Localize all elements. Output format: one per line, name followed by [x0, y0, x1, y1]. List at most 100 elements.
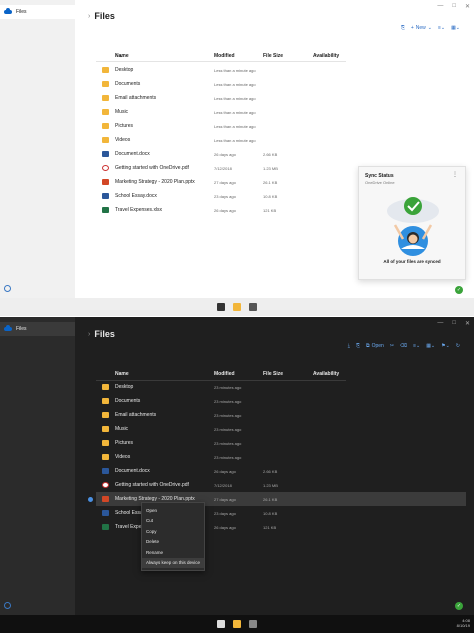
- settings-icon[interactable]: [4, 602, 11, 609]
- sync-message: All of your files are synced: [383, 259, 441, 264]
- column-header-label: Name: [115, 53, 129, 59]
- context-menu-open[interactable]: Open: [142, 505, 204, 516]
- column-header-name[interactable]: Name: [115, 371, 129, 377]
- row-name: Documents: [115, 398, 141, 404]
- header-divider: [96, 61, 346, 62]
- context-menu-rename[interactable]: Rename: [142, 547, 204, 558]
- open-button[interactable]: ⧉ Open: [366, 343, 384, 349]
- filter-button[interactable]: ⚑⌄: [441, 343, 450, 349]
- light-onedrive-window: Files — □ ✕ › Files ⎘ + New ⌄ ≡⌄ ▦⌄ Name…: [0, 0, 474, 316]
- header-divider: [96, 380, 346, 381]
- row-name: Travel Expenses.xlsx: [115, 207, 163, 213]
- column-header-size[interactable]: File Size: [263, 53, 283, 59]
- column-header-size[interactable]: File Size: [263, 371, 283, 377]
- row-size: 121 KB: [263, 524, 277, 530]
- column-header-modified[interactable]: Modified: [214, 371, 235, 377]
- row-name: Desktop: [115, 67, 134, 73]
- pdf-icon: [102, 482, 109, 488]
- refresh-icon[interactable]: ↻: [456, 343, 460, 349]
- column-header-name[interactable]: Name ↑ ⌄: [115, 53, 129, 59]
- app-icon[interactable]: [249, 303, 257, 311]
- sidebar-item-files[interactable]: Files: [0, 5, 75, 19]
- taskbar-clock[interactable]: 4:08 8/10/19: [457, 618, 470, 628]
- context-menu-cut[interactable]: Cut: [142, 516, 204, 527]
- doc-icon: [102, 151, 109, 157]
- folder-icon: [102, 81, 109, 87]
- row-modified: 23 minutes ago: [214, 454, 242, 460]
- column-header-modified[interactable]: Modified: [214, 53, 235, 59]
- toolbar: ⎘ + New ⌄ ≡⌄ ▦⌄: [401, 25, 460, 31]
- xls-icon: [102, 524, 109, 530]
- sync-ok-icon[interactable]: ✓: [455, 602, 463, 610]
- download-icon[interactable]: ⤓: [348, 343, 350, 349]
- row-size: 10.8 KB: [263, 193, 278, 199]
- row-name: Pictures: [115, 123, 134, 129]
- onedrive-cloud-icon: [4, 325, 12, 331]
- row-name: Videos: [115, 137, 131, 143]
- close-button[interactable]: ✕: [465, 320, 470, 327]
- context-menu: Open Cut Copy Delete Rename Always keep …: [141, 502, 205, 571]
- toolbar: ⤓ ⎘ ⧉ Open ✂ ⌫ ≡⌄ ▦⌄ ⚑⌄ ↻: [348, 343, 460, 349]
- new-button-label: New: [415, 25, 426, 31]
- row-modified: Less than a minute ago: [214, 137, 256, 143]
- app-icon[interactable]: [249, 620, 257, 628]
- sidebar-item-label: Files: [16, 9, 27, 15]
- context-menu-delete[interactable]: Delete: [142, 537, 204, 548]
- sidebar: Files: [0, 0, 75, 298]
- file-explorer-icon[interactable]: [233, 620, 241, 628]
- folder-icon: [102, 398, 109, 404]
- window-controls: — □ ✕: [437, 3, 470, 10]
- page-title: Files: [94, 329, 115, 339]
- share-icon[interactable]: ⎘: [401, 25, 405, 31]
- row-size: 26.1 KB: [263, 179, 278, 185]
- close-button[interactable]: ✕: [465, 3, 470, 10]
- folder-icon: [102, 440, 109, 446]
- file-explorer-icon[interactable]: [233, 303, 241, 311]
- folder-icon: [102, 426, 109, 432]
- cut-icon[interactable]: ✂: [390, 343, 394, 349]
- view-button[interactable]: ▦⌄: [426, 343, 435, 349]
- minimize-button[interactable]: —: [437, 320, 443, 327]
- column-header-availability[interactable]: Availability: [313, 371, 339, 377]
- flyout-subtitle: OneDrive Online: [365, 180, 395, 185]
- sort-button[interactable]: ≡⌄: [413, 343, 420, 349]
- synced-illustration: [387, 197, 439, 256]
- sidebar-item-files[interactable]: Files: [0, 322, 75, 336]
- view-button[interactable]: ▦⌄: [451, 25, 460, 31]
- window-controls: — □ ✕: [437, 320, 470, 327]
- onedrive-cloud-icon: [4, 8, 12, 14]
- column-header-availability[interactable]: Availability: [313, 53, 339, 59]
- taskbar: 4:08 8/10/19: [0, 615, 474, 633]
- row-name: Videos: [115, 454, 131, 460]
- maximize-button[interactable]: □: [452, 320, 456, 327]
- new-button[interactable]: + New ⌄: [411, 25, 432, 31]
- row-size: 1.23 MB: [263, 165, 278, 171]
- start-icon[interactable]: [217, 303, 225, 311]
- row-name: Music: [115, 109, 129, 115]
- row-name: Pictures: [115, 440, 134, 446]
- flyout-title: Sync Status: [365, 173, 394, 179]
- context-menu-always-keep[interactable]: Always keep on this device: [142, 557, 204, 568]
- settings-icon[interactable]: [4, 285, 11, 292]
- sort-button[interactable]: ≡⌄: [438, 25, 445, 31]
- row-modified: Less than a minute ago: [214, 81, 256, 87]
- folder-icon: [102, 454, 109, 460]
- copy-icon[interactable]: ⎘: [356, 343, 360, 349]
- context-menu-copy[interactable]: Copy: [142, 526, 204, 537]
- minimize-button[interactable]: —: [437, 3, 443, 10]
- more-options-icon[interactable]: ⋮: [452, 171, 458, 178]
- folder-icon: [102, 123, 109, 129]
- start-icon[interactable]: [217, 620, 225, 628]
- maximize-button[interactable]: □: [452, 3, 456, 10]
- row-modified: Less than a minute ago: [214, 67, 256, 73]
- rename-icon[interactable]: ⌫: [400, 343, 407, 349]
- row-name: Documents: [115, 81, 141, 87]
- dark-onedrive-window: Files — □ ✕ › Files ⤓ ⎘ ⧉ Open ✂ ⌫ ≡⌄ ▦⌄…: [0, 317, 474, 633]
- sync-ok-icon[interactable]: ✓: [455, 286, 463, 294]
- row-modified: 23 minutes ago: [214, 384, 242, 390]
- breadcrumb: › Files: [88, 329, 115, 339]
- row-size: 2.66 KB: [263, 151, 278, 157]
- row-checkbox-icon[interactable]: [88, 496, 93, 502]
- row-name: Getting started with OneDrive.pdf: [115, 482, 189, 488]
- row-modified: 23 minutes ago: [214, 426, 242, 432]
